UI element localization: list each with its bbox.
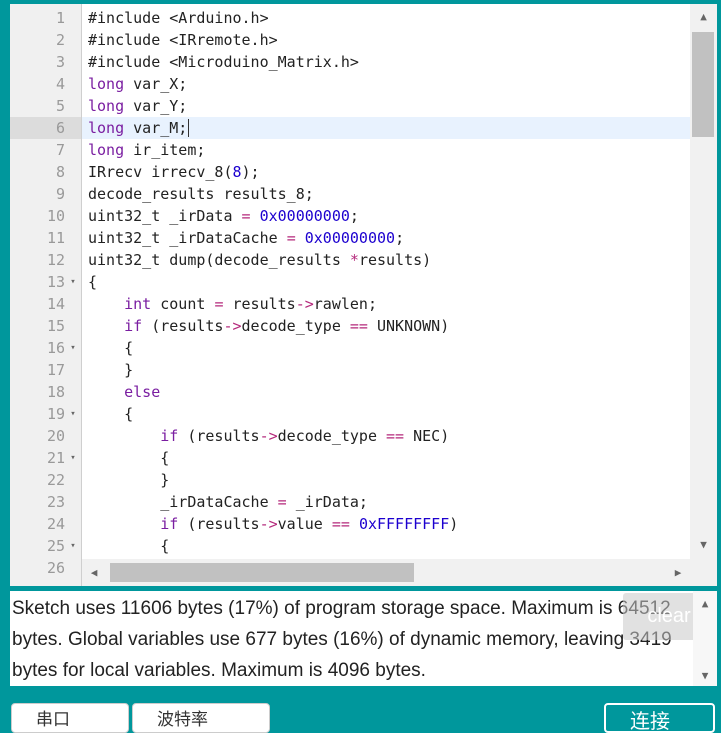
line-number: 22: [46, 471, 65, 489]
code-text[interactable]: {: [82, 337, 690, 359]
baud-rate-select[interactable]: 波特率: [132, 703, 270, 733]
code-text[interactable]: long var_Y;: [82, 95, 690, 117]
horizontal-scroll-thumb[interactable]: [110, 563, 414, 582]
code-line[interactable]: 17 }: [10, 359, 690, 381]
code-line[interactable]: 13 ▾{: [10, 271, 690, 293]
code-text[interactable]: {: [82, 271, 690, 293]
code-text[interactable]: long ir_item;: [82, 139, 690, 161]
line-number: 7: [55, 141, 65, 159]
code-line[interactable]: 21 ▾ {: [10, 447, 690, 469]
code-text[interactable]: uint32_t dump(decode_results *results): [82, 249, 690, 271]
code-line[interactable]: 14 int count = results->rawlen;: [10, 293, 690, 315]
code-line[interactable]: 8 IRrecv irrecv_8(8);: [10, 161, 690, 183]
line-number: 8: [55, 163, 65, 181]
code-line[interactable]: 1 #include <Arduino.h>: [10, 7, 690, 29]
vertical-scroll-thumb[interactable]: [692, 32, 714, 137]
line-number: 10: [46, 207, 65, 225]
scroll-right-icon[interactable]: ▶: [666, 566, 690, 579]
code-line[interactable]: 3 #include <Microduino_Matrix.h>: [10, 51, 690, 73]
line-number: 6: [10, 117, 81, 139]
scroll-down-icon[interactable]: ▼: [690, 538, 717, 551]
code-text[interactable]: decode_results results_8;: [82, 183, 690, 205]
code-line[interactable]: 24 if (results->value == 0xFFFFFFFF): [10, 513, 690, 535]
code-line[interactable]: 18 else: [10, 381, 690, 403]
scroll-up-icon[interactable]: ▲: [690, 10, 717, 23]
fold-toggle-icon[interactable]: ▾: [68, 535, 78, 557]
line-number: 17: [46, 361, 65, 379]
line-number: 1: [55, 9, 65, 27]
scroll-left-icon[interactable]: ◀: [82, 566, 106, 579]
line-number: 12: [46, 251, 65, 269]
line-number: 15: [46, 317, 65, 335]
console-scrollbar[interactable]: ▲ ▼: [693, 591, 717, 686]
code-text[interactable]: }: [82, 469, 690, 491]
code-line[interactable]: 25 ▾ {: [10, 535, 690, 557]
code-text[interactable]: }: [82, 359, 690, 381]
fold-toggle-icon[interactable]: ▾: [68, 403, 78, 425]
line-number: 23: [46, 493, 65, 511]
code-line[interactable]: 16 ▾ {: [10, 337, 690, 359]
line-number: 24: [46, 515, 65, 533]
code-line[interactable]: 2 #include <IRremote.h>: [10, 29, 690, 51]
code-line[interactable]: 20 if (results->decode_type == NEC): [10, 425, 690, 447]
code-text[interactable]: if (results->decode_type == NEC): [82, 425, 690, 447]
code-line[interactable]: 7 long ir_item;: [10, 139, 690, 161]
editor-horizontal-scrollbar[interactable]: ◀ ▶: [82, 559, 690, 586]
code-text[interactable]: #include <Arduino.h>: [82, 7, 690, 29]
fold-toggle-icon[interactable]: ▾: [68, 271, 78, 293]
code-text[interactable]: uint32_t _irDataCache = 0x00000000;: [82, 227, 690, 249]
connect-button[interactable]: 连接: [604, 703, 715, 733]
code-text[interactable]: {: [82, 447, 690, 469]
code-text[interactable]: {: [82, 535, 690, 557]
fold-toggle-icon[interactable]: ▾: [68, 447, 78, 469]
code-text[interactable]: uint32_t _irData = 0x00000000;: [82, 205, 690, 227]
code-lines[interactable]: 1 #include <Arduino.h> 2 #include <IRremote…: [10, 7, 690, 579]
line-number: 20: [46, 427, 65, 445]
code-text[interactable]: long var_X;: [82, 73, 690, 95]
code-line[interactable]: 15 if (results->decode_type == UNKNOWN): [10, 315, 690, 337]
code-editor[interactable]: 1 #include <Arduino.h> 2 #include <IRremote…: [10, 4, 717, 586]
output-console: Sketch uses 11606 bytes (17%) of program…: [10, 591, 717, 686]
code-line[interactable]: 12 uint32_t dump(decode_results *results): [10, 249, 690, 271]
line-number: 14: [46, 295, 65, 313]
editor-vertical-scrollbar[interactable]: ▲ ▼: [690, 4, 717, 586]
line-number: 18: [46, 383, 65, 401]
code-line[interactable]: 5 long var_Y;: [10, 95, 690, 117]
serial-port-select[interactable]: 串口: [11, 703, 129, 733]
line-number: 11: [46, 229, 65, 247]
fold-toggle-icon[interactable]: ▾: [68, 337, 78, 359]
code-text[interactable]: else: [82, 381, 690, 403]
code-line[interactable]: 9 decode_results results_8;: [10, 183, 690, 205]
line-number: 26: [46, 559, 65, 577]
code-line[interactable]: 4 long var_X;: [10, 73, 690, 95]
code-text[interactable]: #include <IRremote.h>: [82, 29, 690, 51]
code-line[interactable]: 19 ▾ {: [10, 403, 690, 425]
console-scroll-up-icon[interactable]: ▲: [693, 597, 717, 610]
code-line[interactable]: 6 long var_M;: [10, 117, 690, 139]
code-text[interactable]: IRrecv irrecv_8(8);: [82, 161, 690, 183]
code-line[interactable]: 11 uint32_t _irDataCache = 0x00000000;: [10, 227, 690, 249]
code-text[interactable]: int count = results->rawlen;: [82, 293, 690, 315]
line-number: 2: [55, 31, 65, 49]
console-scroll-down-icon[interactable]: ▼: [693, 669, 717, 682]
code-text[interactable]: #include <Microduino_Matrix.h>: [82, 51, 690, 73]
code-line[interactable]: 22 }: [10, 469, 690, 491]
line-number: 3: [55, 53, 65, 71]
line-number: 5: [55, 97, 65, 115]
code-text[interactable]: {: [82, 403, 690, 425]
code-text[interactable]: if (results->value == 0xFFFFFFFF): [82, 513, 690, 535]
line-number: 9: [55, 185, 65, 203]
console-output-text: Sketch uses 11606 bytes (17%) of program…: [12, 598, 672, 681]
code-text[interactable]: _irDataCache = _irData;: [82, 491, 690, 513]
code-line[interactable]: 10 uint32_t _irData = 0x00000000;: [10, 205, 690, 227]
line-number: 4: [55, 75, 65, 93]
code-text[interactable]: if (results->decode_type == UNKNOWN): [82, 315, 690, 337]
code-text[interactable]: long var_M;: [82, 117, 690, 139]
code-line[interactable]: 23 _irDataCache = _irData;: [10, 491, 690, 513]
